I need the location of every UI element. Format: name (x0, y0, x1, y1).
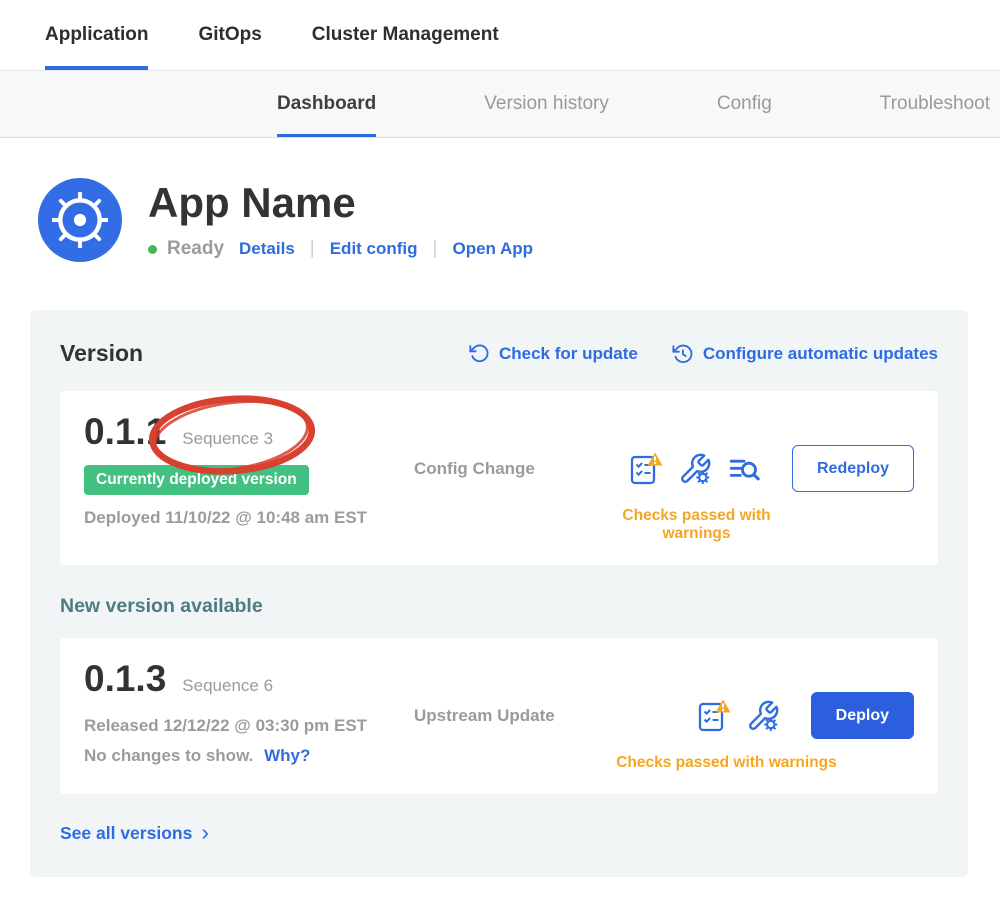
tab-dashboard[interactable]: Dashboard (277, 71, 376, 137)
check-for-update-label: Check for update (499, 344, 638, 364)
tab-troubleshoot[interactable]: Troubleshoot (880, 71, 990, 137)
no-changes-text: No changes to show. (84, 746, 253, 765)
top-nav: Application GitOps Cluster Management (0, 0, 1000, 71)
status-badge: Ready (167, 238, 224, 260)
checks-status-text: Checks passed with warnings (599, 754, 914, 772)
config-wrench-gear-icon[interactable] (678, 452, 712, 486)
current-version-actions: Redeploy Checks passed with warnings (599, 445, 914, 543)
check-for-update-link[interactable]: Check for update (469, 343, 638, 364)
new-version-info: 0.1.3 Sequence 6 Released 12/12/22 @ 03:… (84, 658, 414, 766)
page-title: App Name (148, 180, 533, 226)
app-info: App Name Ready Details Edit config Open … (148, 178, 533, 262)
deployed-timestamp: Deployed 11/10/22 @ 10:48 am EST (84, 508, 414, 528)
new-version-heading: New version available (60, 595, 938, 618)
redeploy-button[interactable]: Redeploy (792, 445, 914, 492)
new-version-card: 0.1.3 Sequence 6 Released 12/12/22 @ 03:… (60, 638, 938, 794)
configure-automatic-updates-label: Configure automatic updates (703, 344, 938, 364)
open-app-link[interactable]: Open App (452, 239, 533, 259)
change-type-label: Upstream Update (414, 706, 599, 726)
tab-config[interactable]: Config (717, 71, 772, 137)
new-version-actions: Deploy Checks passed with warnings (599, 692, 914, 772)
configure-automatic-updates-link[interactable]: Configure automatic updates (672, 343, 938, 365)
tab-cluster-management[interactable]: Cluster Management (312, 0, 499, 70)
tab-application[interactable]: Application (45, 0, 148, 70)
new-version-number: 0.1.3 (84, 658, 166, 700)
divider (433, 238, 438, 260)
currently-deployed-badge: Currently deployed version (84, 465, 309, 495)
preflight-checks-icon[interactable] (627, 451, 663, 487)
version-panel: Version Check for update (30, 310, 968, 877)
see-all-versions-label: See all versions (60, 823, 192, 844)
current-version-sequence: Sequence 3 (182, 429, 273, 449)
tab-version-history[interactable]: Version history (484, 71, 609, 137)
why-link[interactable]: Why? (264, 746, 310, 765)
app-header: App Name Ready Details Edit config Open … (0, 138, 1000, 262)
chevron-right-icon (201, 821, 209, 844)
new-version-sequence: Sequence 6 (182, 676, 273, 696)
status-row: Ready Details Edit config Open App (148, 238, 533, 260)
details-link[interactable]: Details (239, 239, 295, 259)
scheduled-update-icon (672, 343, 694, 365)
deploy-button[interactable]: Deploy (811, 692, 914, 739)
no-changes-row: No changes to show. Why? (84, 746, 414, 766)
tab-gitops[interactable]: GitOps (198, 0, 261, 70)
see-all-versions-link[interactable]: See all versions (60, 822, 938, 845)
edit-config-link[interactable]: Edit config (330, 239, 418, 259)
status-dot-icon (148, 245, 157, 254)
preflight-checks-icon[interactable] (695, 698, 731, 734)
view-diff-icon[interactable] (727, 452, 761, 486)
released-timestamp: Released 12/12/22 @ 03:30 pm EST (84, 716, 414, 736)
current-version-info: 0.1.1 Sequence 3 Currently deployed vers… (84, 411, 414, 528)
version-panel-title: Version (60, 340, 143, 367)
app-sub-nav: Dashboard Version history Config Trouble… (0, 71, 1000, 138)
version-panel-actions: Check for update Configure automatic upd… (469, 343, 938, 365)
kubernetes-logo-icon (38, 178, 122, 262)
divider (310, 238, 315, 260)
current-version-number: 0.1.1 (84, 411, 166, 453)
current-version-card: 0.1.1 Sequence 3 Currently deployed vers… (60, 391, 938, 565)
checks-status-text: Checks passed with warnings (599, 507, 914, 543)
refresh-icon (469, 343, 490, 364)
version-panel-header: Version Check for update (60, 340, 938, 367)
change-type-label: Config Change (414, 459, 599, 479)
config-wrench-gear-icon[interactable] (746, 699, 780, 733)
